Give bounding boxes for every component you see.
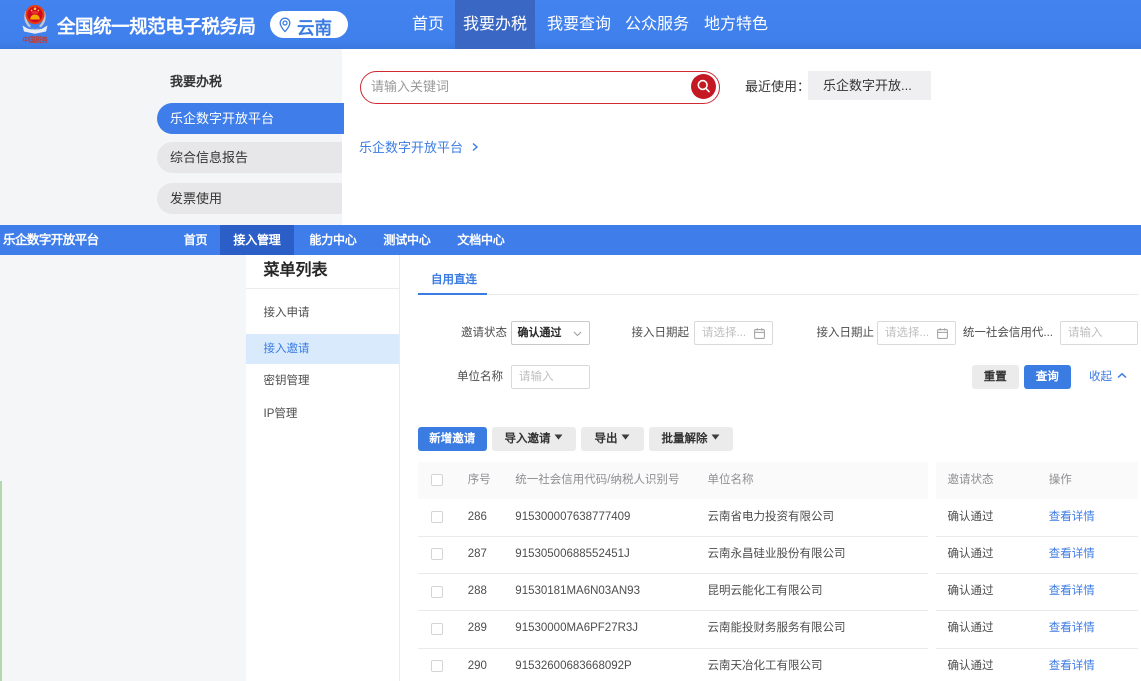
svg-text:中国税务: 中国税务	[22, 35, 48, 44]
